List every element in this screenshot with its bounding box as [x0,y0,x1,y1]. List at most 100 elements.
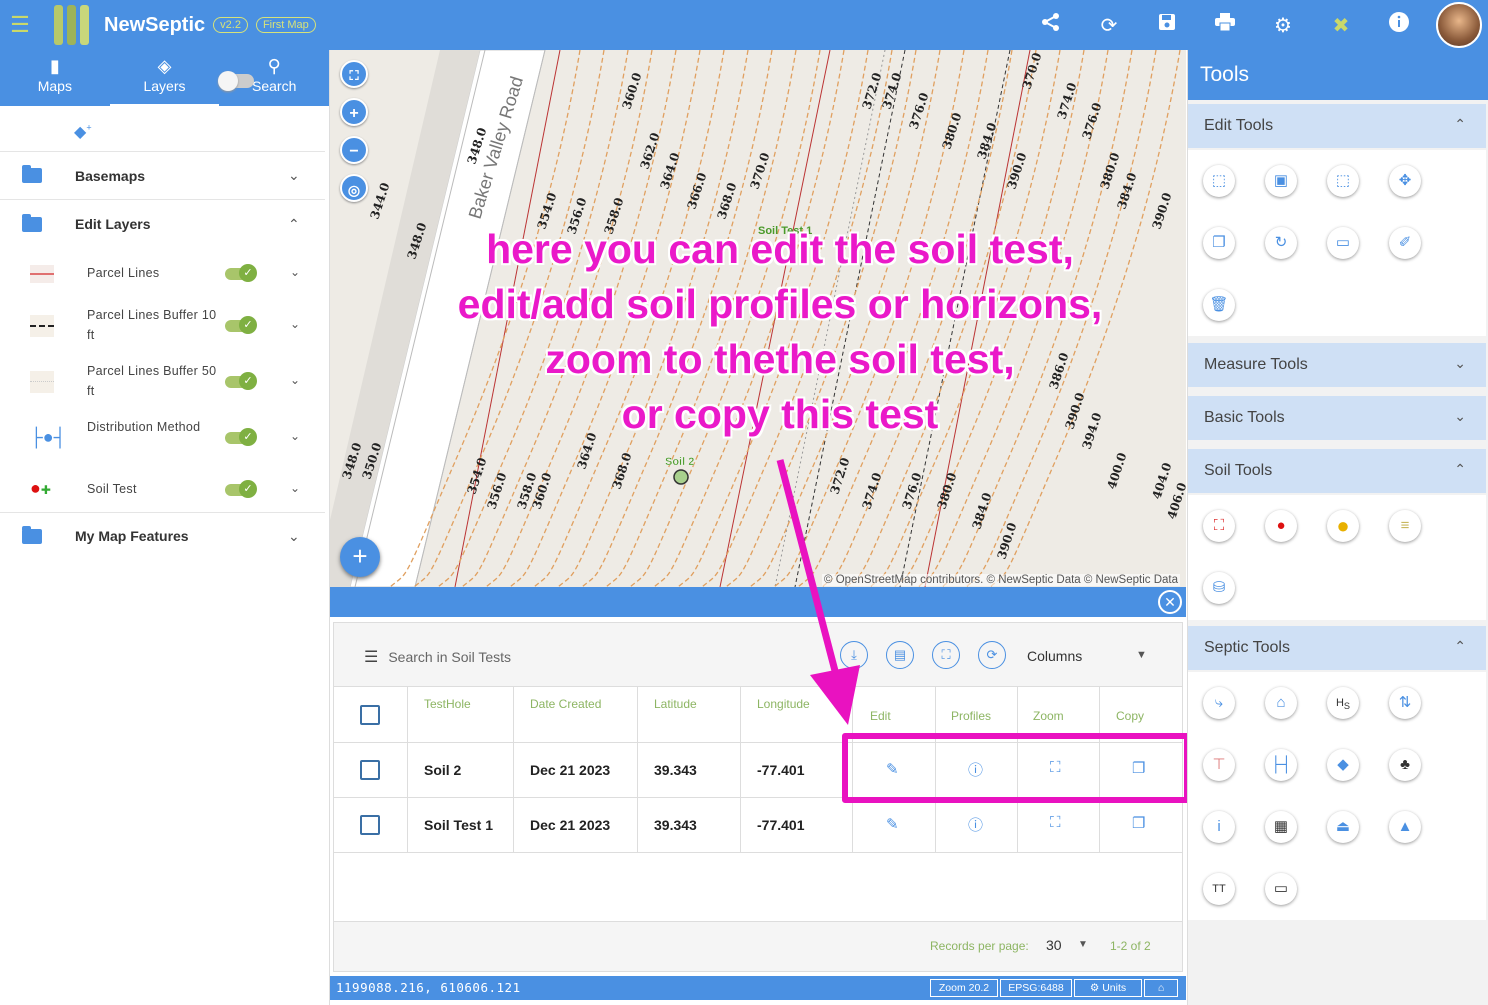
style-brush-icon[interactable]: ✐ [1389,227,1421,259]
tee-icon[interactable]: ⊤ [1203,749,1235,781]
header-latitude[interactable]: Latitude [654,697,697,711]
add-feature-button[interactable]: + [340,537,380,577]
zoom-out-button[interactable]: − [340,136,368,164]
header-testhole[interactable]: TestHole [424,697,471,711]
triangle-icon[interactable]: ▲ [1389,811,1421,843]
group-basemaps[interactable]: Basemaps ⌄ [0,152,325,200]
row-checkbox[interactable] [360,760,380,780]
search-input[interactable]: ☰ Search in Soil Tests [364,647,511,667]
section-edit-tools[interactable]: Edit Tools ⌃ [1188,104,1486,148]
resize-icon[interactable]: ▭ [1327,227,1359,259]
chevron-up-icon[interactable]: ⌃ [288,216,300,233]
soil-map-icon[interactable]: ⛶ [1203,510,1235,542]
print-icon[interactable] [1196,13,1254,37]
settings-icon[interactable]: ⚙ [1254,13,1312,38]
filter-icon: ☰ [364,649,379,666]
zoom-all-button[interactable]: ⛶ [932,641,960,669]
caret-down-icon[interactable]: ▼ [1078,939,1088,950]
layer-parcel-lines-buffer-50: Parcel Lines Buffer 50 ft ⌄ [0,359,325,415]
zoom-in-button[interactable]: + [340,98,368,126]
chevron-down-icon[interactable]: ⌄ [288,167,300,184]
tab-layers[interactable]: ◈ Layers [109,50,220,106]
chevron-down-icon[interactable]: ⌄ [290,481,300,495]
soil-point-marker[interactable] [673,469,689,485]
move-icon[interactable]: ✥ [1389,165,1421,197]
section-soil-tools[interactable]: Soil Tools ⌃ [1188,449,1486,493]
group-my-map-features[interactable]: My Map Features ⌄ [0,512,325,560]
delete-icon[interactable]: 🗑 [1203,289,1235,321]
save-icon[interactable] [1138,13,1196,37]
rotate-icon[interactable]: ↻ [1265,227,1297,259]
text-size-icon[interactable]: TT [1203,873,1235,905]
profiles-info-icon[interactable]: ⓘ [968,814,983,835]
records-per-page-select[interactable]: 30 [1046,937,1062,953]
units-button[interactable]: ⚙ Units [1074,979,1142,997]
chevron-up-icon: ⌃ [1454,461,1466,477]
chevron-down-icon[interactable]: ⌄ [290,317,300,331]
export-pdf-button[interactable]: ▤ [886,641,914,669]
layer-toggle[interactable] [225,264,257,282]
map-name-badge[interactable]: First Map [255,17,316,33]
soil-database-icon[interactable]: ⛁ [1203,572,1235,604]
add-layer-icon[interactable]: ◆+ [74,122,92,142]
contour-label: 374.0 [1055,81,1080,121]
chevron-down-icon[interactable]: ⌄ [290,265,300,279]
select-area-icon[interactable]: ▣ [1265,165,1297,197]
home-icon[interactable]: ⌂ [1144,979,1178,997]
edit-icon[interactable]: ✎ [886,815,899,833]
soil-circle-icon[interactable]: ● [1327,510,1359,542]
chevron-down-icon[interactable]: ⌄ [288,528,300,545]
user-avatar[interactable] [1436,2,1482,48]
fullscreen-button[interactable]: ⛶ [340,60,368,88]
pump-icon[interactable]: ⏏ [1327,811,1359,843]
tab-maps[interactable]: ▮ Maps [0,50,110,106]
folder-open-icon[interactable]: ▭ [1265,873,1297,905]
epsg-button[interactable]: EPSG:6488 [1000,979,1072,997]
caret-down-icon[interactable]: ▼ [1136,649,1147,661]
tank-icon[interactable]: ⇅ [1389,687,1421,719]
tools-title: Tools [1188,50,1488,100]
chevron-down-icon[interactable]: ⌄ [290,429,300,443]
select-box-icon[interactable]: ⬚ [1203,165,1235,197]
tree-icon[interactable]: ♣ [1389,749,1421,781]
wall-icon[interactable]: ▦ [1265,811,1297,843]
add-select-icon[interactable]: ⬚ [1327,165,1359,197]
section-septic-tools[interactable]: Septic Tools ⌃ [1188,626,1486,670]
section-measure-tools[interactable]: Measure Tools ⌄ [1188,343,1486,387]
soil-list-icon[interactable]: ≡ [1389,510,1421,542]
copy-feature-icon[interactable]: ❐ [1203,227,1235,259]
hs-icon[interactable]: HS [1327,687,1359,719]
layer-toggle[interactable] [225,372,257,390]
layer-toggle[interactable] [225,480,257,498]
layer-toggle[interactable] [225,316,257,334]
layers-toggle[interactable] [218,71,254,91]
pipe-icon[interactable]: ⤷ [1203,687,1235,719]
add-soil-test-icon[interactable]: ● [1265,510,1297,542]
refresh-table-button[interactable]: ⟳ [978,641,1006,669]
table-row[interactable]: Soil Test 1 Dec 21 2023 39.343 -77.401 ✎… [334,798,1182,853]
layer-toggle[interactable] [225,428,257,446]
well-icon[interactable]: i [1203,811,1235,843]
locate-button[interactable]: ◎ [340,174,368,202]
menu-icon[interactable]: ☰ [0,0,40,50]
share-icon[interactable] [1022,12,1080,38]
row-checkbox[interactable] [360,815,380,835]
copy-icon[interactable]: ❐ [1132,814,1145,832]
distribution-icon[interactable]: ├┤ [1265,749,1297,781]
close-icon[interactable]: ✕ [1158,590,1182,614]
info-icon[interactable] [1370,12,1428,38]
header-date[interactable]: Date Created [530,697,601,711]
group-edit-layers[interactable]: Edit Layers ⌃ [0,200,325,248]
zoom-to-icon[interactable]: ⛶ [1050,814,1061,831]
top-bar: ☰ NewSeptic v2.2 First Map ⟳ ⚙ ✖ [0,0,1488,50]
app-name: NewSeptic [104,13,206,36]
refresh-icon[interactable]: ⟳ [1080,13,1138,38]
section-basic-tools[interactable]: Basic Tools ⌄ [1188,396,1486,440]
tools-icon[interactable]: ✖ [1312,13,1370,38]
shapes-icon[interactable]: ◆ [1327,749,1359,781]
select-all-checkbox[interactable] [360,705,380,725]
gear-icon: ⚙ [1089,982,1103,994]
chevron-down-icon[interactable]: ⌄ [290,373,300,387]
columns-select[interactable]: Columns [1027,648,1082,664]
house-icon[interactable]: ⌂ [1265,687,1297,719]
